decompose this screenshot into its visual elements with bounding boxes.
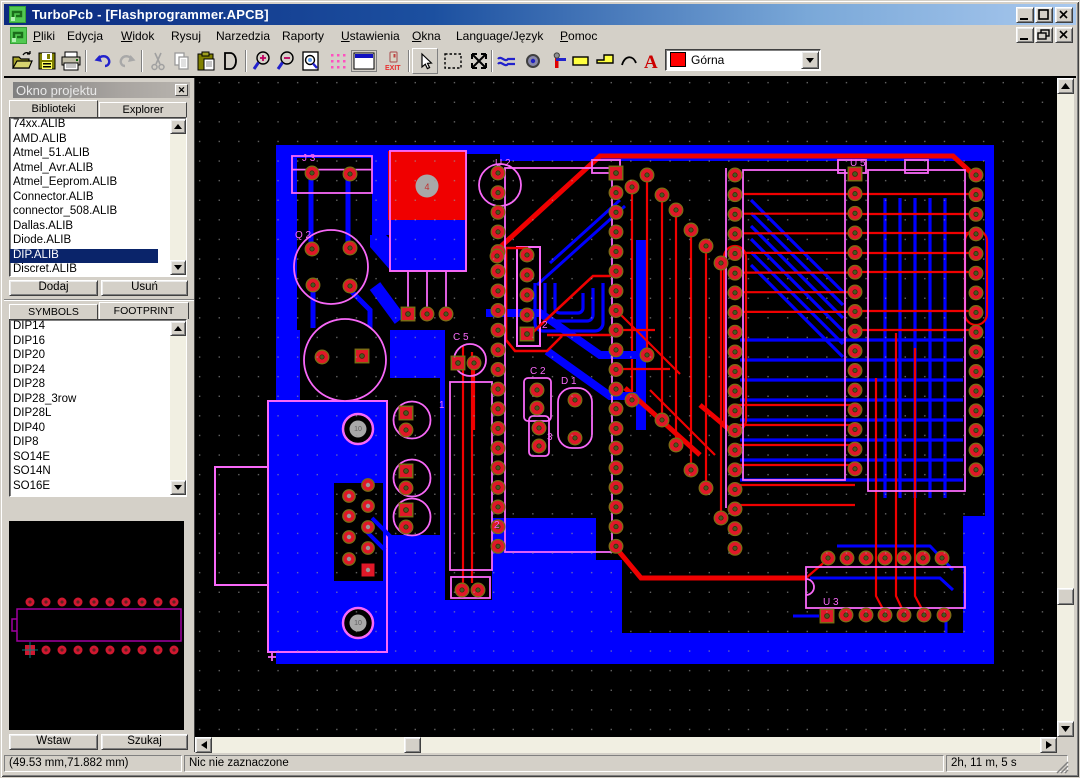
svg-text:EXIT: EXIT — [385, 65, 401, 72]
svg-text:A: A — [644, 52, 658, 72]
